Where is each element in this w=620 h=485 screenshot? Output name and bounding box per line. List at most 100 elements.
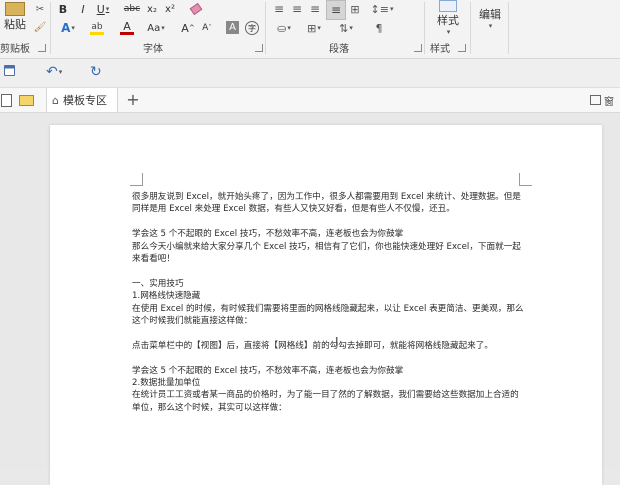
subscript-button[interactable]: x₂ — [145, 1, 159, 17]
paste-label: 粘贴 — [4, 18, 26, 31]
paint-bucket-icon: ⛀ — [277, 21, 287, 35]
divider — [50, 2, 51, 54]
chevron-down-icon: ▾ — [488, 22, 493, 30]
document-tab-bar: ⌂ 模板专区 + 窗 — [0, 88, 620, 113]
paragraph: 在使用 Excel 的时候，有时候我们需要将里面的网格线隐藏起来，以让 Exce… — [132, 303, 524, 327]
clipboard-launcher-icon[interactable] — [38, 44, 46, 52]
borders-icon: ⊞ — [307, 21, 317, 35]
char-shading-button[interactable]: A — [226, 21, 239, 34]
redo-icon: ↻ — [90, 64, 102, 80]
distributed-button[interactable]: ⊞ — [348, 2, 362, 16]
font-launcher-icon[interactable] — [255, 44, 263, 52]
change-case-button[interactable]: Aa ▾ — [144, 20, 168, 36]
document-area: 很多朋友说到 Excel，就开始头疼了，因为工作中，很多人都需要用到 Excel… — [0, 113, 620, 485]
chevron-down-icon: ▾ — [287, 24, 291, 32]
chevron-down-icon: ▾ — [71, 24, 75, 32]
highlighter-icon: ab — [91, 21, 103, 32]
enclose-char-icon: 字 — [248, 23, 256, 33]
line-spacing-button[interactable]: ↕≡ ▾ — [370, 2, 394, 16]
justify-button[interactable]: ≡ — [326, 0, 346, 20]
brush-icon: 🖌 — [33, 21, 47, 33]
paste-button[interactable]: 粘贴 — [0, 0, 30, 36]
tab-label: 模板专区 — [62, 94, 107, 107]
document-page[interactable]: 很多朋友说到 Excel，就开始头疼了，因为工作中，很多人都需要用到 Excel… — [50, 125, 602, 485]
divider — [424, 2, 425, 54]
home-icon: ⌂ — [52, 93, 59, 107]
paragraph: 在统计员工工资或者某一商品的价格时，为了能一目了然的了解数据，我们需要给这些数据… — [132, 390, 519, 413]
italic-button[interactable]: I — [76, 1, 90, 17]
paragraph: 学会这 5 个不起眼的 Excel 技巧，不愁效率不高，连老板也会为你鼓掌 — [132, 229, 404, 240]
subheading: 1.网格线快速隐藏 — [132, 291, 201, 302]
highlight-color-bar — [90, 31, 104, 35]
ribbon: 粘贴 ✂ 🖌 剪贴板 B I U ▾ abc x₂ x² A ▾ ab A Aa ▾ — [0, 0, 620, 59]
tab-template-zone[interactable]: ⌂ 模板专区 — [46, 88, 118, 112]
paragraph: 学会这 5 个不起眼的 Excel 技巧，不愁效率不高，连老板也会为你鼓掌 — [132, 365, 404, 376]
quick-access-toolbar: ↶ ▾ ↻ — [0, 59, 620, 88]
document-body[interactable]: 很多朋友说到 Excel，就开始头疼了，因为工作中，很多人都需要用到 Excel… — [132, 191, 524, 414]
paragraph: 那么今天小编就来给大家分享几个 Excel 技巧，相信有了它们，你也能快速处理好… — [132, 241, 521, 265]
chevron-down-icon: ▾ — [105, 5, 110, 13]
clipboard-group-label: 剪贴板 — [0, 44, 30, 55]
font-group-label: 字体 — [143, 44, 163, 55]
paragraph-group-label: 段落 — [329, 44, 349, 55]
bold-button[interactable]: B — [56, 1, 70, 17]
styles-launcher-icon[interactable] — [458, 44, 466, 52]
shrink-font-button[interactable]: Aˇ — [201, 20, 213, 36]
paste-icon — [5, 2, 25, 16]
shading-button[interactable]: ⛀ ▾ — [272, 20, 296, 36]
heading: 一、实用技巧 — [132, 278, 184, 289]
new-doc-icon[interactable] — [1, 94, 12, 107]
grow-font-button[interactable]: A ^ — [181, 20, 194, 36]
window-button[interactable]: 窗 — [590, 93, 620, 108]
text-effect-icon: A — [61, 21, 71, 35]
font-color-button[interactable]: A — [114, 20, 140, 36]
eraser-icon — [189, 2, 203, 16]
paragraph-launcher-icon[interactable] — [414, 44, 422, 52]
align-right-icon: ≡ — [309, 2, 321, 16]
font-color-bar — [120, 32, 134, 35]
highlight-button[interactable]: ab — [84, 20, 110, 36]
paragraph: 很多朋友说到 Excel，就开始头疼了，因为工作中，很多人都需要用到 Excel… — [132, 192, 521, 215]
chevron-down-icon: ▾ — [317, 24, 321, 32]
chevron-down-icon: ▾ — [446, 28, 451, 36]
edit-button[interactable]: 编辑 ▾ — [474, 0, 506, 36]
align-center-icon: ≡ — [291, 2, 303, 16]
chevron-down-icon: ▾ — [161, 24, 165, 32]
chevron-down-icon: ▾ — [349, 24, 353, 32]
scissors-icon: ✂ — [35, 3, 45, 15]
justify-icon: ≡ — [330, 3, 342, 17]
align-right-button[interactable]: ≡ — [308, 2, 322, 16]
superscript-button[interactable]: x² — [163, 1, 177, 17]
save-button[interactable] — [4, 65, 18, 79]
text-cursor-icon: I — [335, 335, 339, 349]
align-center-button[interactable]: ≡ — [290, 2, 304, 16]
strikethrough-button[interactable]: abc — [122, 1, 142, 17]
undo-icon: ↶ — [46, 64, 58, 80]
subheading: 2.数据批量加单位 — [132, 378, 201, 389]
new-tab-button[interactable]: + — [124, 90, 142, 110]
borders-button[interactable]: ⊞ ▾ — [302, 20, 326, 36]
distributed-icon: ⊞ — [350, 2, 360, 16]
styles-button[interactable]: 样式 ▾ — [430, 0, 466, 36]
window-icon — [590, 95, 601, 105]
align-left-button[interactable]: ≡ — [272, 2, 286, 16]
styles-icon — [439, 0, 457, 12]
folder-icon[interactable] — [19, 95, 34, 106]
margin-mark-top-left — [130, 173, 143, 186]
font-color-icon: A — [123, 20, 131, 33]
margin-mark-top-right — [519, 173, 532, 186]
align-left-icon: ≡ — [273, 2, 285, 16]
sort-button[interactable]: ⇅ ▾ — [334, 20, 358, 36]
enclose-char-button[interactable]: 字 — [245, 21, 259, 35]
redo-button[interactable]: ↻ — [90, 63, 106, 81]
save-icon — [4, 65, 15, 76]
underline-button[interactable]: U ▾ — [94, 1, 112, 17]
show-marks-button[interactable]: ¶ — [372, 20, 386, 36]
sort-icon: ⇅ — [339, 21, 349, 35]
undo-button[interactable]: ↶ ▾ — [46, 63, 72, 81]
text-effect-button[interactable]: A ▾ — [56, 20, 80, 36]
format-painter-button[interactable]: 🖌 — [33, 20, 47, 34]
clear-format-button[interactable] — [189, 1, 203, 17]
divider — [470, 2, 471, 54]
cut-button[interactable]: ✂ — [33, 2, 47, 16]
